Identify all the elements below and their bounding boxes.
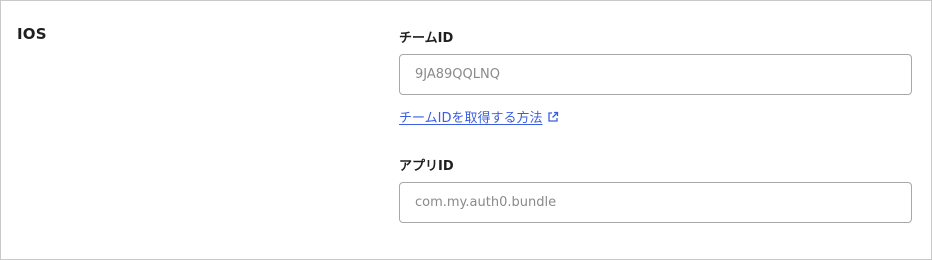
app-id-label: アプリID	[399, 159, 454, 174]
section-title: IOS	[17, 25, 47, 43]
team-id-input[interactable]	[399, 54, 912, 95]
app-id-input[interactable]	[399, 182, 912, 223]
external-link-icon	[547, 111, 559, 123]
team-id-help-link-label: チームIDを取得する方法	[399, 111, 543, 126]
team-id-help-link[interactable]: チームIDを取得する方法	[399, 107, 559, 126]
ios-settings-panel: IOS チームID チームIDを取得する方法 アプリID	[0, 0, 932, 260]
team-id-label: チームID	[399, 31, 454, 46]
